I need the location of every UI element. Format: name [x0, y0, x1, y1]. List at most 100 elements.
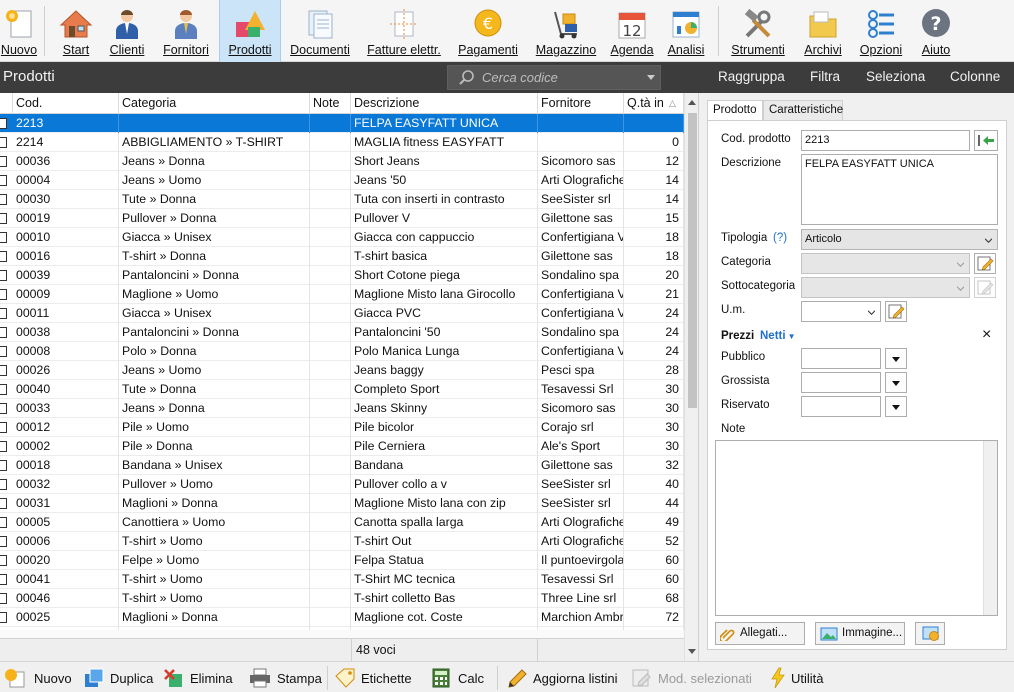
table-row[interactable]: 00012 Pile » Uomo Pile bicolor Corajo srl 30: [0, 418, 684, 437]
table-row[interactable]: 00009 Maglione » Uomo Maglione Misto lana …: [0, 285, 684, 304]
allegati-button[interactable]: Allegati...: [715, 622, 805, 645]
seleziona-button[interactable]: Seleziona: [866, 69, 925, 84]
scroll-up-icon[interactable]: [688, 100, 696, 105]
row-checkbox[interactable]: [0, 555, 7, 566]
table-row[interactable]: 00018 Bandana » Unisex Bandana Gilettone sa…: [0, 456, 684, 475]
categoria-edit-button[interactable]: [974, 253, 996, 274]
pubblico-dropdown-button[interactable]: [885, 348, 907, 369]
table-row[interactable]: 00038 Pantaloncini » Donna Pantaloncini '5…: [0, 323, 684, 342]
table-row[interactable]: 00026 Jeans » Uomo Jeans baggy Pesci spa 28: [0, 361, 684, 380]
grossista-dropdown-button[interactable]: [885, 372, 907, 393]
table-row[interactable]: 00010 Giacca » Unisex Giacca con cappuccio…: [0, 228, 684, 247]
toolbar-fatture-elettr-button[interactable]: Fatture elettr.: [361, 0, 447, 62]
table-row[interactable]: 00041 T-shirt » Uomo T-Shirt MC tecnica Tes…: [0, 570, 684, 589]
table-row[interactable]: 00036 Jeans » Donna Short Jeans Sicomoro sa…: [0, 152, 684, 171]
row-checkbox[interactable]: [0, 365, 7, 376]
descrizione-field[interactable]: FELPA EASYFATT UNICA: [801, 154, 998, 225]
cod-prodotto-field[interactable]: 2213: [801, 130, 970, 151]
row-checkbox[interactable]: [0, 118, 7, 129]
row-checkbox[interactable]: [0, 270, 7, 281]
toolbar-aiuto-button[interactable]: ? Aiuto: [914, 0, 958, 62]
mod-selezionati-button[interactable]: Mod. selezionati: [631, 667, 752, 689]
table-row[interactable]: 00020 Felpe » Uomo Felpa Statua Il puntoevi…: [0, 551, 684, 570]
bottom-nuovo-button[interactable]: Nuovo: [4, 667, 72, 689]
pubblico-field[interactable]: [801, 348, 881, 369]
toolbar-documenti-button[interactable]: Documenti: [287, 0, 353, 62]
row-checkbox[interactable]: [0, 251, 7, 262]
table-row[interactable]: 00031 Maglioni » Donna Maglione Misto lana…: [0, 494, 684, 513]
um-select[interactable]: [801, 301, 881, 322]
table-row[interactable]: 00019 Pullover » Donna Pullover V Gilettone…: [0, 209, 684, 228]
grossista-field[interactable]: [801, 372, 881, 393]
toolbar-prodotti-button[interactable]: Prodotti: [219, 0, 281, 62]
row-checkbox[interactable]: [0, 441, 7, 452]
table-row[interactable]: 00005 Canottiera » Uomo Canotta spalla lar…: [0, 513, 684, 532]
riservato-field[interactable]: [801, 396, 881, 417]
table-row[interactable]: 00046 T-shirt » Uomo T-shirt colletto Bas T…: [0, 589, 684, 608]
toolbar-agenda-button[interactable]: 12 Agenda: [607, 0, 657, 62]
row-checkbox[interactable]: [0, 175, 7, 186]
riservato-dropdown-button[interactable]: [885, 396, 907, 417]
sottocategoria-select[interactable]: [801, 277, 970, 298]
row-checkbox[interactable]: [0, 403, 7, 414]
row-checkbox[interactable]: [0, 213, 7, 224]
toolbar-magazzino-button[interactable]: Magazzino: [532, 0, 600, 62]
table-row[interactable]: 2213 FELPA EASYFATT UNICA: [0, 114, 684, 133]
table-row[interactable]: 2214 ABBIGLIAMENTO » T-SHIRT MAGLIA fitnes…: [0, 133, 684, 152]
toolbar-clienti-button[interactable]: Clienti: [104, 0, 150, 62]
table-row[interactable]: 00033 Jeans » Donna Jeans Skinny Sicomoro s…: [0, 399, 684, 418]
note-textarea[interactable]: [715, 440, 998, 616]
toolbar-start-button[interactable]: Start: [54, 0, 98, 62]
column-header-qta[interactable]: Q.tà in △: [624, 93, 684, 114]
stampa-button[interactable]: Stampa: [248, 667, 322, 689]
raggruppa-button[interactable]: Raggruppa: [718, 69, 785, 84]
aggiorna-listini-button[interactable]: Aggiorna listini: [506, 667, 618, 689]
table-row[interactable]: 00016 T-shirt » Donna T-shirt basica Gilett…: [0, 247, 684, 266]
colonne-button[interactable]: Colonne: [950, 69, 1000, 84]
table-row[interactable]: 00032 Pullover » Uomo Pullover collo a v Se…: [0, 475, 684, 494]
tipologia-help-link[interactable]: (?): [773, 232, 787, 244]
toolbar-opzioni-button[interactable]: Opzioni: [856, 0, 906, 62]
search-code-box[interactable]: [447, 65, 661, 90]
row-checkbox[interactable]: [0, 574, 7, 585]
row-checkbox[interactable]: [0, 384, 7, 395]
toolbar-analisi-button[interactable]: Analisi: [663, 0, 709, 62]
horizontal-scrollbar[interactable]: [0, 630, 684, 638]
tab-prodotto[interactable]: Prodotto: [707, 100, 763, 122]
column-header-fornitore[interactable]: Fornitore: [538, 93, 624, 114]
um-edit-button[interactable]: [885, 301, 907, 322]
tab-caratteristiche[interactable]: Caratteristiche: [763, 100, 843, 121]
vertical-scrollbar[interactable]: [684, 93, 698, 661]
utilita-button[interactable]: Utilità: [770, 667, 824, 689]
row-checkbox[interactable]: [0, 327, 7, 338]
toolbar-fornitori-button[interactable]: Fornitori: [158, 0, 214, 62]
filtra-button[interactable]: Filtra: [810, 69, 840, 84]
row-checkbox[interactable]: [0, 593, 7, 604]
row-checkbox[interactable]: [0, 460, 7, 471]
image-web-button[interactable]: [915, 622, 945, 645]
categoria-select[interactable]: [801, 253, 970, 274]
column-header-note[interactable]: Note: [310, 93, 351, 114]
column-header-check[interactable]: [0, 93, 13, 114]
table-row[interactable]: 00002 Pile » Donna Pile Cerniera Ale's Spor…: [0, 437, 684, 456]
row-checkbox[interactable]: [0, 289, 7, 300]
row-checkbox[interactable]: [0, 479, 7, 490]
toolbar-pagamenti-button[interactable]: € Pagamenti: [455, 0, 521, 62]
table-row[interactable]: 00011 Giacca » Unisex Giacca PVC Confertigi…: [0, 304, 684, 323]
table-row[interactable]: 00008 Polo » Donna Polo Manica Lunga Confer…: [0, 342, 684, 361]
row-checkbox[interactable]: [0, 232, 7, 243]
search-input[interactable]: [480, 69, 640, 86]
table-row[interactable]: 00039 Pantaloncini » Donna Short Cotone pi…: [0, 266, 684, 285]
column-header-descrizione[interactable]: Descrizione: [351, 93, 538, 114]
note-scrollbar[interactable]: [983, 441, 997, 615]
toolbar-archivi-button[interactable]: Archivi: [800, 0, 846, 62]
table-row[interactable]: 00030 Tute » Donna Tuta con inserti in con…: [0, 190, 684, 209]
row-checkbox[interactable]: [0, 422, 7, 433]
row-checkbox[interactable]: [0, 156, 7, 167]
calc-button[interactable]: Calc: [431, 667, 484, 689]
table-row[interactable]: 00004 Jeans » Uomo Jeans '50 Arti Olografic…: [0, 171, 684, 190]
row-checkbox[interactable]: [0, 517, 7, 528]
row-checkbox[interactable]: [0, 346, 7, 357]
sottocategoria-edit-button[interactable]: [974, 277, 996, 298]
column-header-categoria[interactable]: Categoria: [119, 93, 310, 114]
